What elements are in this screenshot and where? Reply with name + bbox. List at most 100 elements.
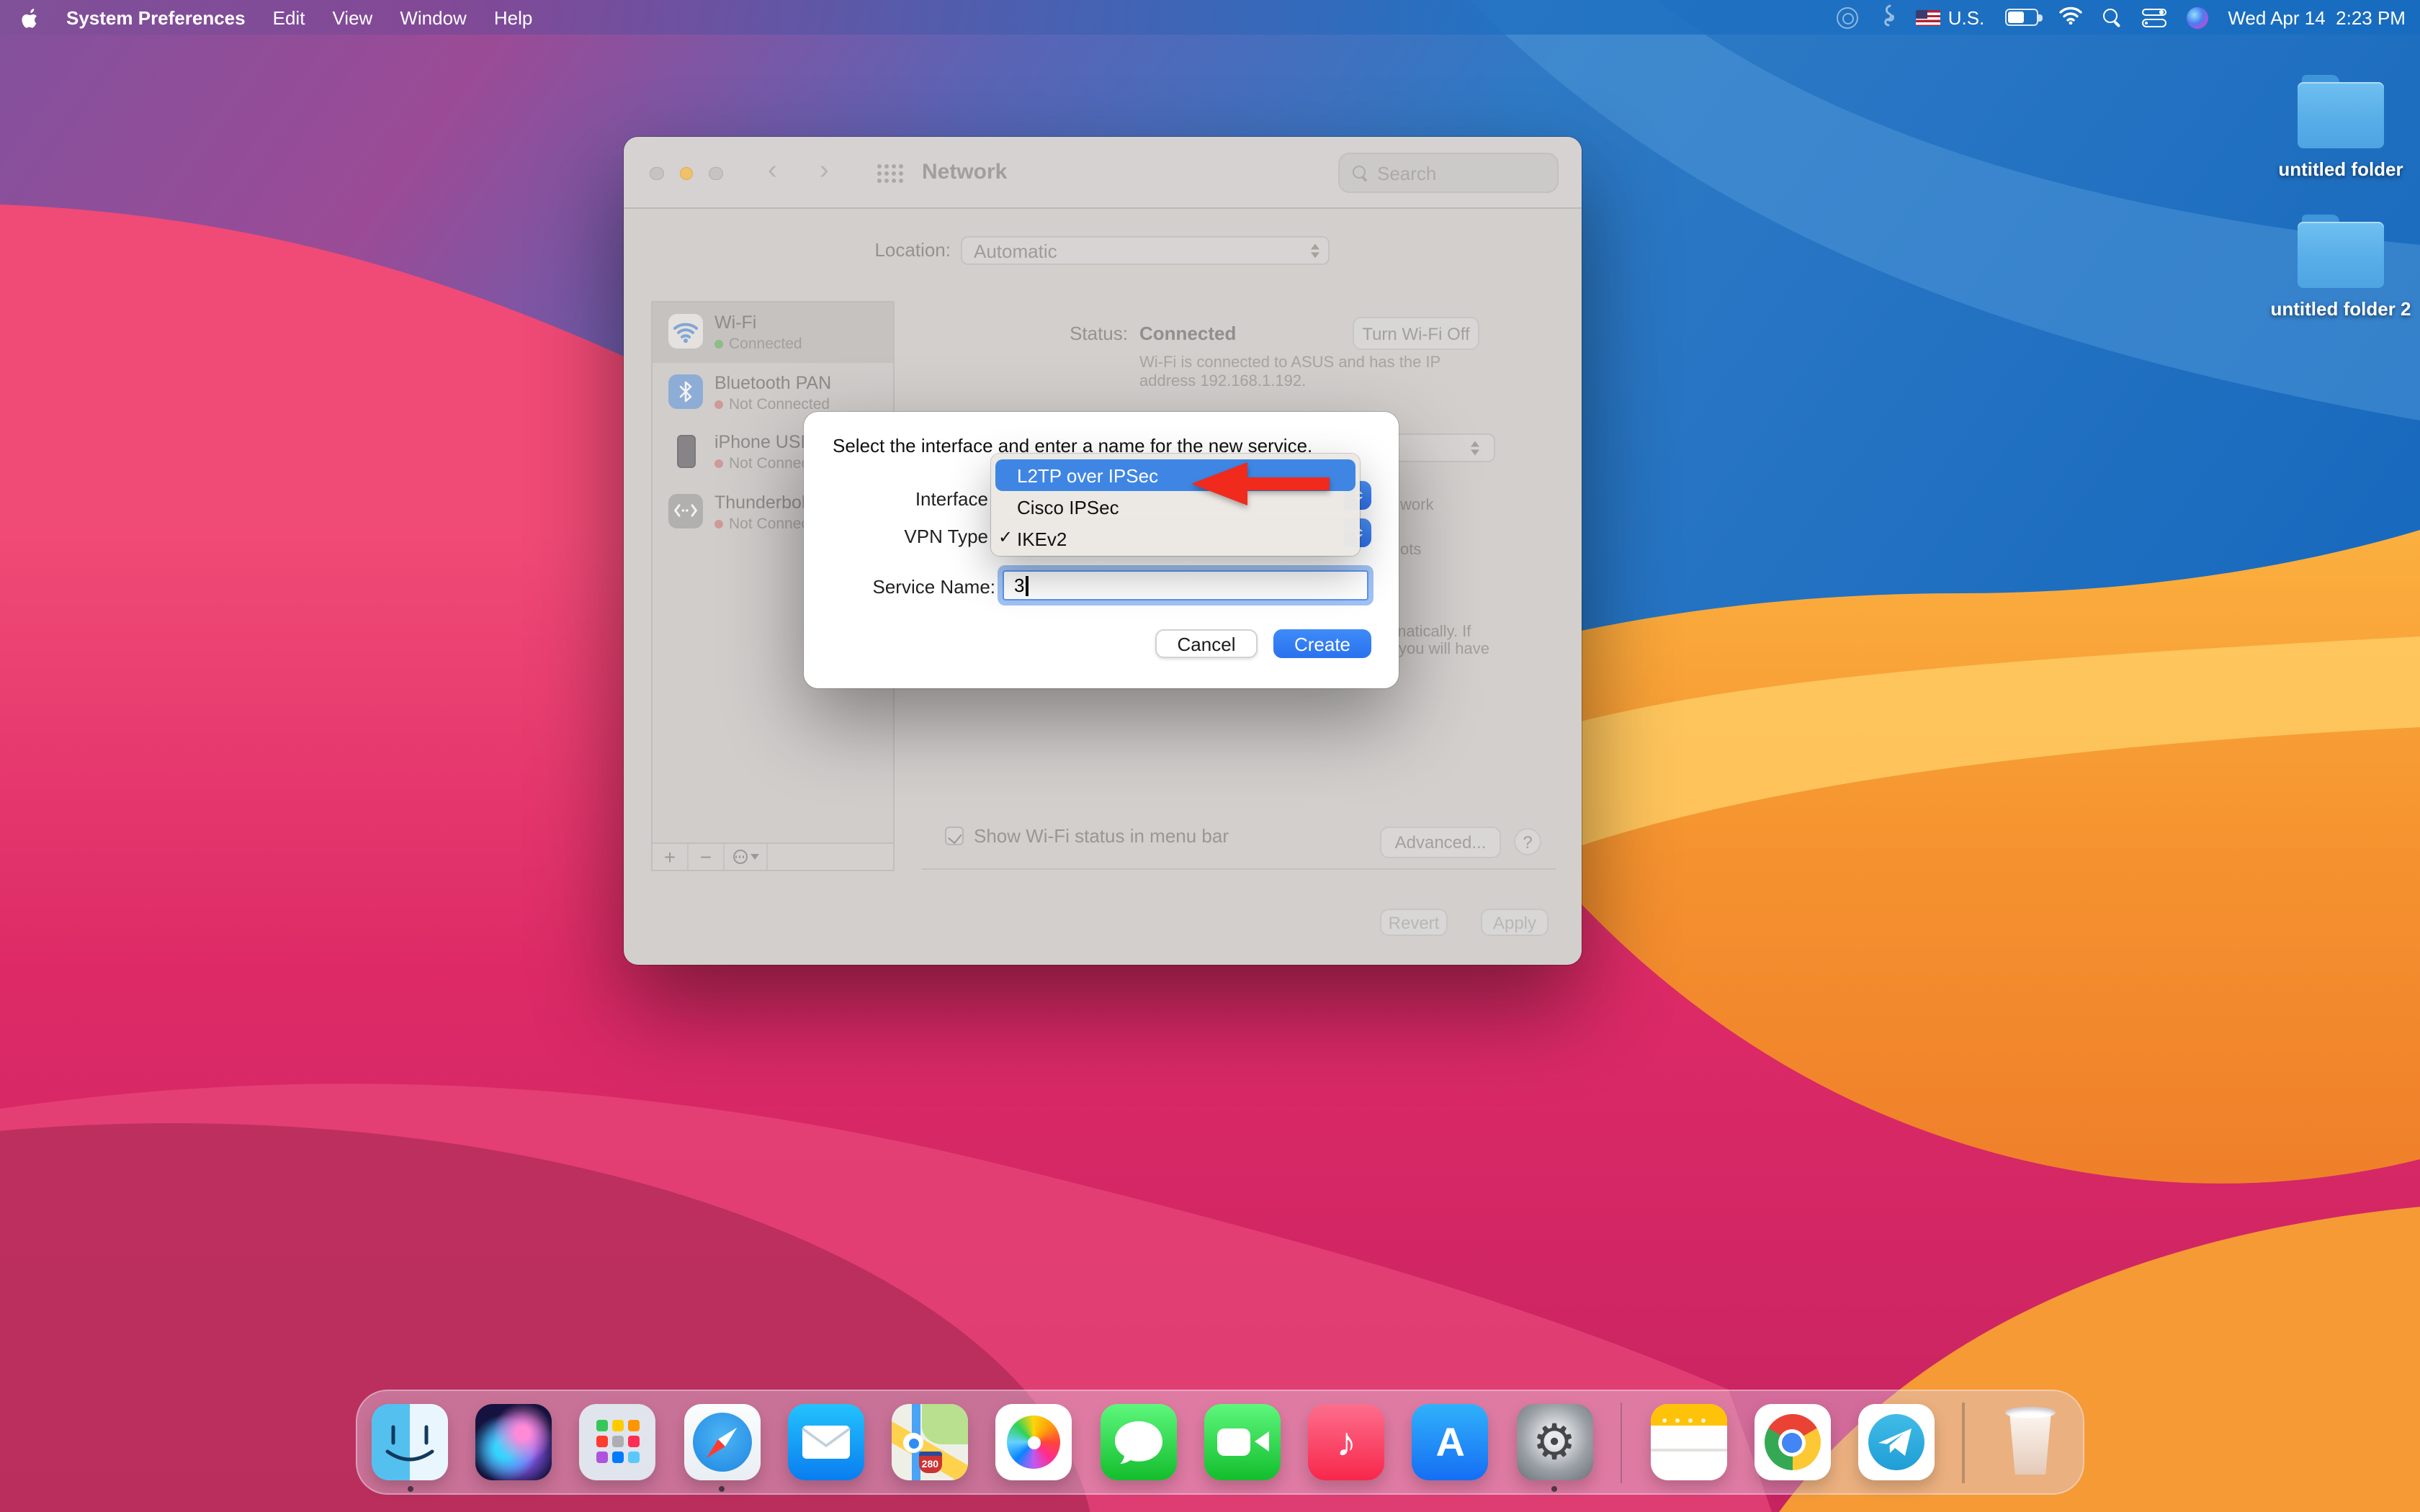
dock: 280 ♪ A ⚙ — [356, 1390, 2084, 1495]
menu-bar-clock[interactable]: Wed Apr 14 2:23 PM — [2228, 6, 2406, 28]
show-wifi-status-label: Show Wi-Fi status in menu bar — [974, 825, 1229, 847]
siri-icon[interactable] — [2186, 6, 2208, 28]
status-label: Status: — [955, 323, 1128, 344]
covered-text-fragment: work — [1400, 497, 1433, 514]
zoom-button[interactable] — [709, 166, 722, 180]
dock-telegram-icon[interactable] — [1858, 1404, 1935, 1480]
popup-chevrons-icon — [1311, 244, 1319, 258]
sidebar-item-status: Connected — [714, 336, 802, 353]
dock-music-icon[interactable]: ♪ — [1308, 1404, 1384, 1480]
apply-button[interactable]: Apply — [1481, 909, 1549, 936]
dock-system-preferences-icon[interactable]: ⚙ — [1516, 1404, 1592, 1480]
sidebar-item-name: iPhone USB — [714, 432, 812, 452]
menu-item-cisco-ipsec[interactable]: Cisco IPSec — [991, 491, 1360, 523]
dock-mail-icon[interactable] — [788, 1404, 864, 1480]
dock-siri-icon[interactable] — [475, 1404, 552, 1480]
chevron-down-icon — [750, 854, 758, 860]
dock-trash-icon[interactable] — [1992, 1404, 2069, 1480]
desktop-folder-1[interactable]: untitled folder — [2262, 82, 2420, 180]
sidebar-item-name: Bluetooth PAN — [714, 372, 831, 392]
dock-divider — [1621, 1402, 1623, 1482]
desktop-folder-2[interactable]: untitled folder 2 — [2262, 222, 2420, 320]
interface-label: Interface — [815, 488, 988, 510]
location-value: Automatic — [974, 240, 1057, 261]
menu-help[interactable]: Help — [494, 6, 533, 28]
back-button[interactable]: ‹ — [768, 156, 777, 187]
vpn-type-menu: L2TP over IPSec Cisco IPSec ✓ IKEv2 — [991, 454, 1360, 556]
dragon-icon[interactable] — [1879, 4, 1896, 31]
search-placeholder: Search — [1377, 162, 1436, 184]
service-name-input[interactable]: 3 — [1003, 570, 1368, 600]
sidebar-item-wifi[interactable]: Wi-Fi Connected — [653, 302, 893, 362]
menu-view[interactable]: View — [332, 6, 372, 28]
bluetooth-service-icon — [668, 374, 703, 408]
revert-button[interactable]: Revert — [1380, 909, 1448, 936]
service-name-value: 3 — [1014, 575, 1024, 596]
show-all-grid-icon[interactable] — [877, 164, 882, 168]
status-dot-disconnected — [714, 400, 723, 408]
dock-maps-icon[interactable]: 280 — [892, 1404, 968, 1480]
show-wifi-status-checkbox-row[interactable]: Show Wi-Fi status in menu bar — [945, 825, 1229, 847]
menu-item-l2tp-over-ipsec[interactable]: L2TP over IPSec — [995, 459, 1355, 491]
window-title: Network — [922, 160, 1007, 184]
actions-gear-icon — [732, 850, 747, 864]
help-button[interactable]: ? — [1514, 828, 1541, 855]
status-dot-disconnected — [714, 459, 723, 468]
sidebar-footer-bar: + − — [651, 842, 895, 871]
status-dot-disconnected — [714, 519, 723, 528]
vpn-type-label: VPN Type — [815, 526, 988, 547]
close-button[interactable] — [650, 166, 663, 180]
menu-edit[interactable]: Edit — [273, 6, 305, 28]
folder-icon — [2298, 82, 2384, 148]
dock-messages-icon[interactable] — [1100, 1404, 1176, 1480]
apple-menu-icon[interactable] — [20, 6, 39, 28]
iphone-service-icon — [668, 433, 703, 468]
remove-service-button[interactable]: − — [689, 844, 725, 870]
battery-icon[interactable] — [2004, 9, 2038, 26]
create-button[interactable]: Create — [1273, 629, 1371, 658]
cancel-button[interactable]: Cancel — [1155, 629, 1258, 658]
search-field[interactable]: Search — [1338, 153, 1559, 193]
spotlight-icon[interactable] — [2102, 8, 2121, 27]
checkmark-icon: ✓ — [998, 527, 1013, 547]
covered-text-fragment: ots — [1400, 541, 1421, 559]
covered-text-fragment: you will have — [1399, 641, 1489, 658]
minimize-button[interactable] — [679, 166, 693, 180]
separator — [922, 868, 1556, 870]
wifi-icon[interactable] — [2058, 6, 2082, 29]
input-source-menu[interactable]: U.S. — [1917, 6, 1985, 28]
dock-appstore-icon[interactable]: A — [1412, 1404, 1489, 1480]
desktop: System Preferences Edit View Window Help… — [0, 0, 2420, 1512]
menu-app-name[interactable]: System Preferences — [66, 6, 246, 28]
service-actions-menu-button[interactable] — [725, 844, 768, 870]
folder-icon — [2298, 222, 2384, 288]
rings-icon[interactable] — [1837, 6, 1859, 28]
forward-button[interactable]: › — [820, 156, 829, 187]
menu-item-ikev2[interactable]: ✓ IKEv2 — [991, 523, 1360, 554]
location-popup[interactable]: Automatic — [961, 236, 1330, 265]
status-dot-connected — [714, 340, 723, 348]
add-service-button[interactable]: + — [653, 844, 689, 870]
checkbox-checked-icon[interactable] — [945, 827, 964, 845]
new-service-dialog: Select the interface and enter a name fo… — [804, 412, 1399, 688]
dock-safari-icon[interactable] — [684, 1404, 760, 1480]
dock-chrome-icon[interactable] — [1754, 1404, 1831, 1480]
advanced-button[interactable]: Advanced... — [1380, 827, 1501, 858]
folder-label: untitled folder 2 — [2262, 298, 2420, 320]
menu-window[interactable]: Window — [400, 6, 467, 28]
dock-launchpad-icon[interactable] — [580, 1404, 656, 1480]
window-toolbar: ‹ › Network Search — [624, 137, 1582, 209]
menu-bar: System Preferences Edit View Window Help… — [0, 0, 2420, 35]
dock-finder-icon[interactable] — [372, 1404, 448, 1480]
control-center-icon[interactable] — [2141, 8, 2166, 27]
text-cursor — [1026, 575, 1028, 595]
dock-notes-icon[interactable] — [1650, 1404, 1726, 1480]
turn-wifi-off-button[interactable]: Turn Wi-Fi Off — [1353, 317, 1479, 350]
dock-divider — [1963, 1402, 1965, 1482]
dock-facetime-icon[interactable] — [1204, 1404, 1281, 1480]
status-value: Connected — [1139, 323, 1236, 344]
network-name-popup-partial[interactable] — [1392, 433, 1495, 462]
sidebar-item-status: Not Connected — [714, 395, 830, 413]
dock-photos-icon[interactable] — [996, 1404, 1072, 1480]
wifi-service-icon — [668, 314, 703, 348]
